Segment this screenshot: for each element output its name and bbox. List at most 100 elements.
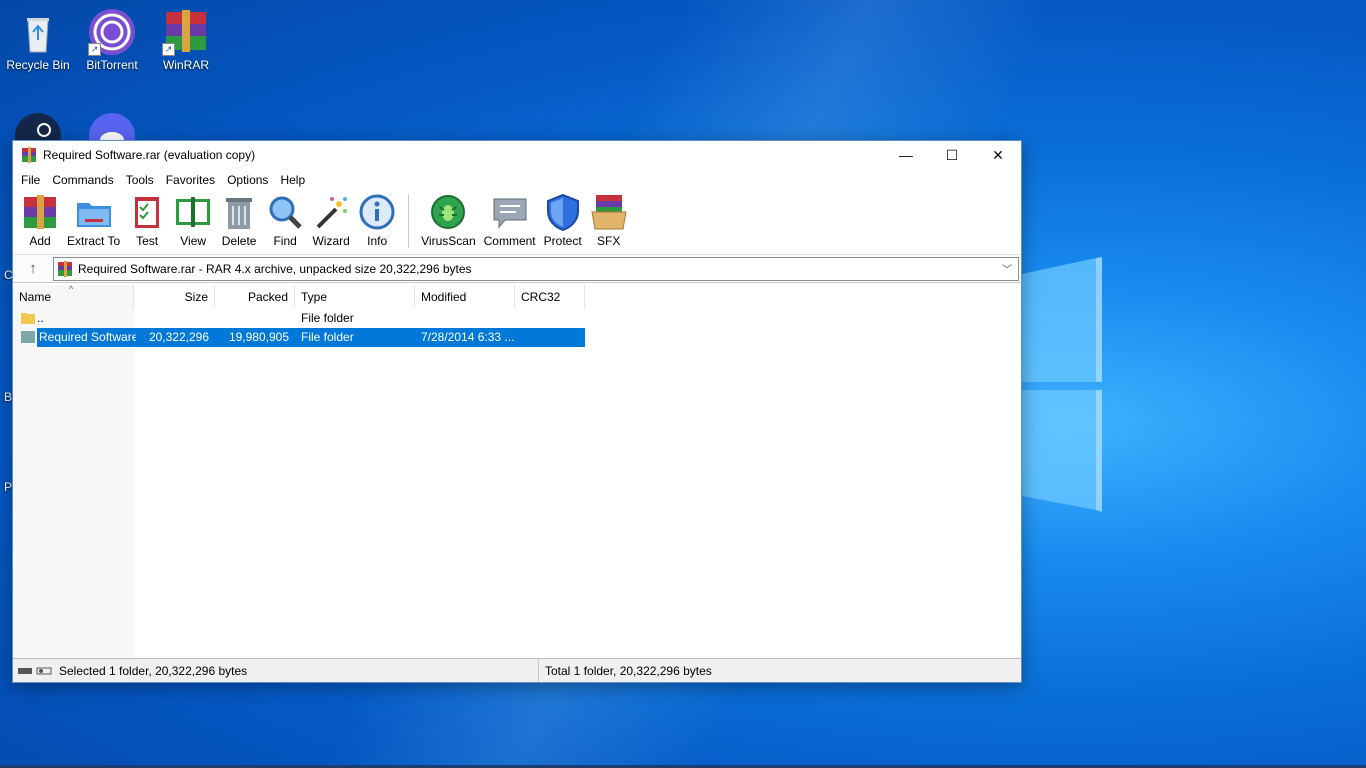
status-bar: Selected 1 folder, 20,322,296 bytes Tota… — [13, 658, 1021, 682]
menu-favorites[interactable]: Favorites — [160, 173, 221, 187]
winrar-app-icon — [22, 147, 36, 163]
file-modified: 7/28/2014 6:33 ... — [415, 328, 515, 347]
file-row-required-software[interactable]: Required Software 20,322,296 19,980,905 … — [13, 328, 585, 347]
archive-address-box[interactable]: Required Software.rar - RAR 4.x archive,… — [53, 256, 1019, 281]
status-total: Total 1 folder, 20,322,296 bytes — [545, 663, 712, 678]
tool-label: SFX — [596, 234, 621, 248]
test-button[interactable]: Test — [124, 193, 170, 254]
find-magnifier-icon — [269, 196, 302, 229]
tool-label: Wizard — [312, 234, 350, 248]
desktop-icon-label-partial: B — [4, 390, 13, 404]
comment-icon — [493, 198, 527, 229]
sfx-box-icon — [591, 195, 627, 230]
tool-label: View — [180, 234, 207, 248]
file-name: Required Software — [37, 328, 136, 347]
shortcut-arrow-icon: ↗ — [88, 43, 101, 56]
title-bar[interactable]: Required Software.rar (evaluation copy) … — [13, 141, 1021, 169]
file-row-parent[interactable]: .. File folder — [13, 309, 585, 328]
wizard-wand-icon — [316, 197, 348, 229]
shortcut-arrow-icon: ↗ — [162, 43, 175, 56]
file-name: .. — [37, 311, 44, 325]
bittorrent-icon: ↗ — [88, 8, 136, 56]
minimize-button[interactable]: — — [883, 141, 929, 169]
file-size: 20,322,296 — [136, 328, 215, 347]
desktop-icon-label-partial: P — [4, 480, 13, 494]
menu-tools[interactable]: Tools — [120, 173, 160, 187]
up-arrow-icon[interactable]: ↑ — [13, 260, 53, 277]
tool-label: Comment — [483, 234, 536, 248]
tool-label: Add — [29, 234, 51, 248]
column-header-name[interactable]: ^ Name — [13, 284, 134, 309]
windows-logo-wallpaper — [1022, 257, 1102, 512]
sfx-button[interactable]: SFX — [586, 193, 632, 254]
delete-trash-icon — [226, 198, 253, 229]
file-crc — [515, 309, 585, 328]
view-button[interactable]: View — [170, 193, 216, 254]
view-book-icon — [176, 197, 211, 227]
recycle-bin-icon — [14, 8, 62, 56]
column-header-packed[interactable]: Packed — [215, 285, 295, 309]
column-header-label: Name — [19, 290, 52, 304]
info-icon — [359, 194, 395, 230]
extract-to-folder-icon — [76, 203, 111, 227]
info-button[interactable]: Info — [354, 193, 400, 254]
desktop-icon-recycle-bin[interactable]: Recycle Bin — [0, 8, 76, 72]
file-type: File folder — [301, 311, 354, 325]
column-headers: ^ Name Size Packed Type Modified CRC32 — [13, 284, 585, 309]
column-header-modified[interactable]: Modified — [415, 285, 515, 309]
chevron-down-icon[interactable]: ﹀ — [1002, 261, 1018, 276]
window-title: Required Software.rar (evaluation copy) — [43, 148, 256, 162]
folder-icon — [21, 331, 35, 343]
desktop-icon-winrar[interactable]: ↗ WinRAR — [148, 8, 224, 72]
find-button[interactable]: Find — [262, 193, 308, 254]
menu-commands[interactable]: Commands — [46, 173, 119, 187]
comment-button[interactable]: Comment — [480, 193, 540, 254]
sort-ascending-icon: ^ — [69, 284, 74, 294]
tool-label: Info — [367, 234, 388, 248]
drive-icons[interactable] — [13, 666, 57, 676]
virus-scan-icon — [431, 195, 466, 229]
tool-label: Delete — [221, 234, 257, 248]
desktop-icon-label: Recycle Bin — [6, 58, 70, 72]
tool-label: VirusScan — [421, 234, 476, 248]
wizard-button[interactable]: Wizard — [308, 193, 354, 254]
test-clipboard-icon — [135, 197, 160, 228]
hard-drive-icon — [18, 667, 32, 674]
status-selected: Selected 1 folder, 20,322,296 bytes — [57, 659, 539, 682]
column-header-size[interactable]: Size — [134, 285, 215, 309]
add-archive-icon — [24, 195, 56, 229]
menu-options[interactable]: Options — [221, 173, 274, 187]
column-header-type[interactable]: Type — [295, 285, 415, 309]
address-row: ↑ Required Software.rar - RAR 4.x archiv… — [13, 255, 1021, 283]
winrar-icon: ↗ — [162, 8, 210, 56]
virusscan-button[interactable]: VirusScan — [417, 193, 479, 254]
maximize-button[interactable]: ☐ — [929, 141, 975, 169]
folder-icon — [21, 313, 35, 324]
extract-to-button[interactable]: Extract To — [63, 193, 124, 254]
file-packed: 19,980,905 — [215, 328, 295, 347]
desktop-icon-bittorrent[interactable]: ↗ BitTorrent — [74, 8, 150, 72]
menu-help[interactable]: Help — [274, 173, 311, 187]
tool-label: Protect — [543, 234, 582, 248]
winrar-archive-icon — [58, 260, 72, 277]
delete-button[interactable]: Delete — [216, 193, 262, 254]
winrar-window: Required Software.rar (evaluation copy) … — [12, 140, 1022, 683]
file-modified — [415, 309, 515, 328]
file-list[interactable]: ^ Name Size Packed Type Modified CRC32 .… — [13, 284, 1021, 658]
menu-file[interactable]: File — [15, 173, 46, 187]
tool-label: Test — [136, 234, 159, 248]
close-button[interactable]: ✕ — [975, 141, 1021, 169]
protect-shield-icon — [546, 193, 579, 231]
tool-label: Extract To — [67, 234, 121, 248]
toolbar-separator — [408, 194, 410, 248]
key-drive-icon — [36, 667, 52, 674]
file-crc — [515, 328, 585, 347]
toolbar: Add Extract To Test View Delete Find Wiz… — [13, 191, 1021, 255]
file-type: File folder — [295, 328, 415, 347]
column-header-crc32[interactable]: CRC32 — [515, 285, 585, 309]
tool-label: Find — [273, 234, 297, 248]
protect-button[interactable]: Protect — [540, 193, 586, 254]
menu-bar: File Commands Tools Favorites Options He… — [13, 169, 1021, 191]
file-size — [134, 309, 215, 328]
add-button[interactable]: Add — [17, 193, 63, 254]
